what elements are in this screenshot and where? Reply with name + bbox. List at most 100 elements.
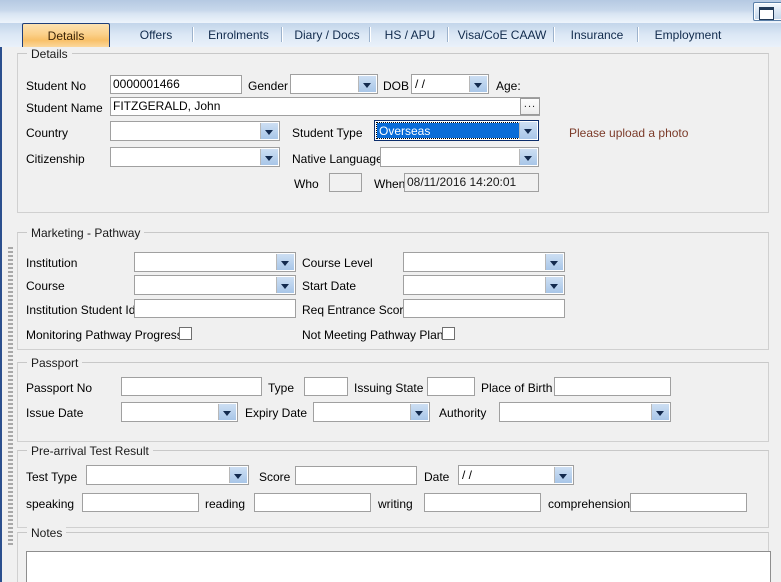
place-of-birth-label: Place of Birth <box>481 381 552 395</box>
passport-group-legend: Passport <box>27 356 82 370</box>
test-type-combobox[interactable] <box>86 465 249 485</box>
chevron-down-icon[interactable] <box>276 254 294 270</box>
details-group-legend: Details <box>27 47 72 61</box>
chevron-down-icon[interactable] <box>545 277 563 293</box>
chevron-down-icon[interactable] <box>410 404 428 420</box>
when-value: 08/11/2016 14:20:01 <box>404 173 539 192</box>
gender-combobox[interactable] <box>290 74 378 94</box>
place-of-birth-input[interactable] <box>554 377 671 396</box>
issuing-state-input[interactable] <box>427 377 475 396</box>
details-page: Details Student No 0000001466 Gender DOB… <box>0 47 781 582</box>
institution-student-id-label: Institution Student Id <box>26 303 135 317</box>
chevron-down-icon[interactable] <box>651 404 669 420</box>
tab-insurance[interactable]: Insurance <box>555 24 639 46</box>
student-no-input[interactable]: 0000001466 <box>110 75 242 94</box>
student-type-combobox[interactable]: Overseas <box>374 120 539 141</box>
chevron-down-icon[interactable] <box>260 123 278 139</box>
notes-textarea[interactable] <box>26 551 771 582</box>
req-entrance-score-input[interactable] <box>403 299 565 318</box>
dob-datepicker[interactable]: / / <box>411 74 489 94</box>
student-type-selected-value: Overseas <box>377 123 519 138</box>
prearrival-test-result-legend: Pre-arrival Test Result <box>27 444 153 458</box>
course-level-combobox[interactable] <box>403 252 565 272</box>
course-combobox[interactable] <box>134 275 296 295</box>
speaking-input[interactable] <box>82 493 199 512</box>
native-language-label: Native Language <box>292 152 383 166</box>
chevron-down-icon[interactable] <box>276 277 294 293</box>
chevron-down-icon[interactable] <box>260 149 278 165</box>
tab-details[interactable]: Details <box>22 23 110 47</box>
not-meeting-pathway-plan-checkbox[interactable] <box>442 327 455 340</box>
institution-combobox[interactable] <box>134 252 296 272</box>
expiry-date-label: Expiry Date <box>245 406 307 420</box>
when-label: When <box>374 177 405 191</box>
chevron-down-icon[interactable] <box>229 467 247 483</box>
req-entrance-score-label: Req Entrance Score <box>302 303 410 317</box>
citizenship-combobox[interactable] <box>110 147 280 167</box>
panel-splitter-grip[interactable] <box>8 247 13 547</box>
notes-group-legend: Notes <box>27 526 66 540</box>
institution-label: Institution <box>26 256 77 270</box>
reading-label: reading <box>205 497 245 511</box>
who-input[interactable] <box>329 173 362 192</box>
citizenship-label: Citizenship <box>26 152 85 166</box>
passport-no-input[interactable] <box>121 377 262 396</box>
native-language-combobox[interactable] <box>380 147 539 167</box>
tab-insurance-label: Insurance <box>571 28 624 42</box>
test-date-label: Date <box>424 470 449 484</box>
comprehension-label: comprehension <box>548 497 630 511</box>
tab-enrolments[interactable]: Enrolments <box>194 24 283 46</box>
writing-label: writing <box>378 497 413 511</box>
tab-diary-docs-label: Diary / Docs <box>294 28 359 42</box>
restore-window-icon <box>759 7 774 20</box>
prearrival-test-result-group: Pre-arrival Test Result <box>17 450 769 528</box>
reading-input[interactable] <box>254 493 371 512</box>
passport-type-label: Type <box>268 381 294 395</box>
chevron-down-icon[interactable] <box>218 404 236 420</box>
passport-no-label: Passport No <box>26 381 92 395</box>
gender-label: Gender <box>248 79 288 93</box>
country-combobox[interactable] <box>110 121 280 141</box>
tab-hs-apu-label: HS / APU <box>385 28 436 42</box>
issue-date-datepicker[interactable] <box>121 402 238 422</box>
chevron-down-icon[interactable] <box>519 149 537 165</box>
student-name-input[interactable]: FITZGERALD, John <box>110 97 540 116</box>
tab-offers-label: Offers <box>140 28 172 42</box>
dob-value: / / <box>415 77 468 91</box>
chevron-down-icon[interactable] <box>469 76 487 92</box>
test-date-value: / / <box>462 468 553 482</box>
tab-employment[interactable]: Employment <box>639 24 737 46</box>
tab-visa-coe-caaw[interactable]: Visa/CoE CAAW <box>449 24 555 46</box>
chevron-down-icon[interactable] <box>358 76 376 92</box>
student-type-label: Student Type <box>292 126 363 140</box>
comprehension-input[interactable] <box>630 493 747 512</box>
tab-details-label: Details <box>48 29 85 43</box>
tab-employment-label: Employment <box>655 28 722 42</box>
dob-label: DOB <box>383 79 409 93</box>
test-date-datepicker[interactable]: / / <box>458 465 574 485</box>
tab-enrolments-label: Enrolments <box>208 28 269 42</box>
student-name-browse-button[interactable]: ... <box>520 98 540 115</box>
start-date-combobox[interactable] <box>403 275 565 295</box>
age-label: Age: <box>496 79 521 93</box>
restore-window-button[interactable] <box>753 2 781 21</box>
writing-input[interactable] <box>424 493 541 512</box>
not-meeting-pathway-plan-label: Not Meeting Pathway Plan <box>302 328 443 342</box>
test-type-label: Test Type <box>26 470 77 484</box>
expiry-date-datepicker[interactable] <box>313 402 430 422</box>
passport-type-input[interactable] <box>304 377 348 396</box>
tab-hs-apu[interactable]: HS / APU <box>371 24 449 46</box>
score-input[interactable] <box>295 466 417 485</box>
chevron-down-icon[interactable] <box>519 122 537 139</box>
tab-diary-docs[interactable]: Diary / Docs <box>283 24 371 46</box>
tab-offers[interactable]: Offers <box>118 24 194 46</box>
monitoring-pathway-progress-checkbox[interactable] <box>179 327 192 340</box>
authority-combobox[interactable] <box>499 402 671 422</box>
chevron-down-icon[interactable] <box>554 467 572 483</box>
authority-label: Authority <box>439 406 486 420</box>
institution-student-id-input[interactable] <box>134 299 296 318</box>
chevron-down-icon[interactable] <box>545 254 563 270</box>
course-label: Course <box>26 279 65 293</box>
start-date-label: Start Date <box>302 279 356 293</box>
student-type-value: Overseas <box>379 124 430 138</box>
